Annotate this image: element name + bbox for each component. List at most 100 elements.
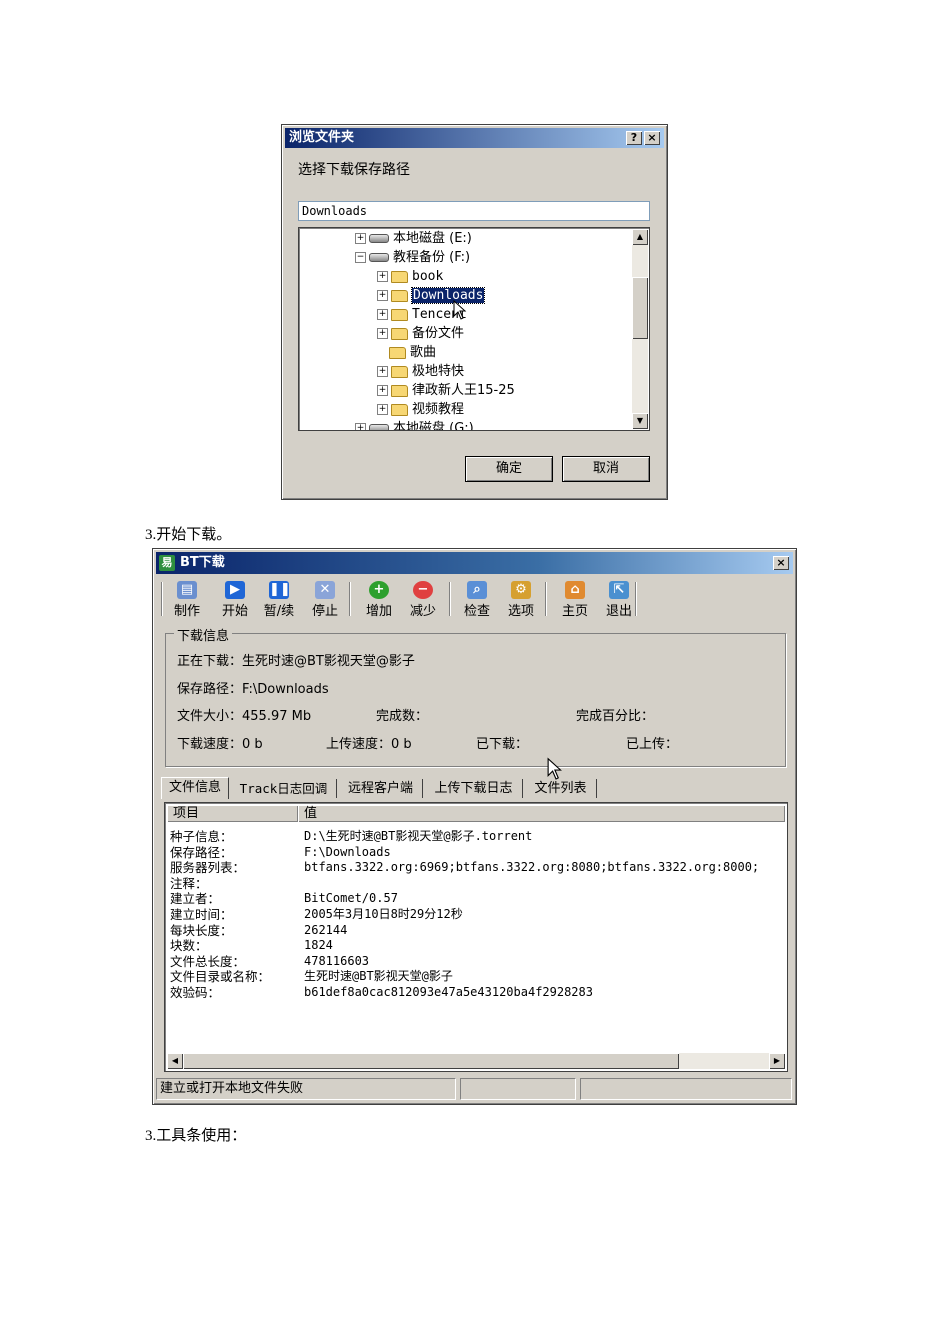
play-icon: ▶ <box>225 581 245 599</box>
tree-item[interactable]: + book <box>377 267 443 286</box>
folder-icon <box>391 270 408 283</box>
tree-item[interactable]: + 极地特快 <box>377 362 464 381</box>
toolbar-separator <box>545 582 547 616</box>
toolbar-button[interactable]: − 减少 <box>401 579 445 619</box>
column-value-header[interactable]: 值 <box>298 805 785 822</box>
downloading-label: 正在下载：生死时速@BT影视天堂@影子 <box>177 654 415 669</box>
file-info-list[interactable]: 项目 值 种子信息： D:\生死时速@BT影视天堂@影子.torrent 保存路径：… <box>164 802 788 1072</box>
list-horizontal-scrollbar[interactable]: ◀ ▶ <box>167 1053 785 1069</box>
toolbar-separator <box>635 582 637 616</box>
list-row-value: F:\Downloads <box>304 844 391 859</box>
pause-icon: ❚❚ <box>269 581 291 599</box>
tree-item-label: 本地磁盘 (E:) <box>393 231 472 246</box>
browse-prompt: 选择下载保存路径 <box>298 162 410 178</box>
folder-icon <box>391 308 408 321</box>
uploaded-label: 已上传： <box>626 737 679 752</box>
drive-icon <box>369 234 389 243</box>
tree-item[interactable]: + 本地磁盘 (G:) <box>355 419 474 430</box>
close-button[interactable]: × <box>644 131 660 145</box>
drive-icon <box>369 424 389 430</box>
list-row-key: 每块长度： <box>170 922 233 938</box>
toolbar-button-label: 主页 <box>561 604 588 619</box>
toolbar-button[interactable]: ⌂ 主页 <box>553 579 597 619</box>
list-row-key: 效验码： <box>170 985 221 1000</box>
folder-icon <box>391 403 408 416</box>
list-row-value: 2005年3月10日8时29分12秒 <box>304 907 463 921</box>
expand-toggle-icon[interactable]: − <box>355 252 366 263</box>
browse-dialog-titlebar: 浏览文件夹 ? × <box>285 128 664 148</box>
exit-icon: ⇱ <box>609 581 629 599</box>
tree-item[interactable]: + 本地磁盘 (E:) <box>355 229 472 248</box>
toolbar-button[interactable]: ⌕ 检查 <box>455 579 499 619</box>
bt-titlebar: 易 BT下载 × <box>156 552 793 574</box>
list-row-value: D:\生死时速@BT影视天堂@影子.torrent <box>304 829 533 843</box>
tab-transfer-log[interactable]: 上传下载日志 <box>425 779 523 798</box>
tree-item[interactable]: − 教程备份 (F:) <box>355 248 470 267</box>
expand-toggle-icon[interactable]: + <box>377 309 388 320</box>
completed-percent-label: 完成百分比： <box>576 709 655 724</box>
toolbar-button[interactable]: ▶ 开始 <box>213 579 257 619</box>
expand-toggle-icon[interactable]: + <box>377 290 388 301</box>
list-row-value: btfans.3322.org:6969;btfans.3322.org:808… <box>304 860 760 875</box>
tree-item-label: 视频教程 <box>412 402 465 417</box>
ok-button[interactable]: 确定 <box>465 456 553 482</box>
toolbar-button[interactable]: + 增加 <box>357 579 401 619</box>
scroll-left-icon[interactable]: ◀ <box>167 1053 183 1069</box>
list-row-key: 注释： <box>170 875 208 891</box>
column-item-header[interactable]: 项目 <box>167 805 298 822</box>
list-row-value: 生死时速@BT影视天堂@影子 <box>304 969 453 984</box>
expand-toggle-icon[interactable]: + <box>377 328 388 339</box>
tree-item-label: book <box>412 269 444 284</box>
list-row-key: 建立者： <box>170 891 221 907</box>
expand-toggle-icon[interactable]: + <box>377 385 388 396</box>
expand-toggle-icon[interactable]: + <box>355 233 366 244</box>
status-pane-3 <box>580 1078 792 1100</box>
list-row-key: 服务器列表： <box>170 860 246 876</box>
path-input[interactable]: Downloads <box>298 201 650 221</box>
tree-scrollbar[interactable]: ▲ ▼ <box>632 229 648 429</box>
list-row-value: 262144 <box>304 922 348 937</box>
tab-track-log[interactable]: Track日志回调 <box>231 779 337 798</box>
tree-item-label: 教程备份 (F:) <box>393 250 471 265</box>
toolbar-button-label: 暂/续 <box>263 604 295 619</box>
toolbar-button-label: 退出 <box>605 604 632 619</box>
download-info-title: 下载信息 <box>174 625 233 644</box>
app-logo-icon: 易 <box>159 555 175 571</box>
bt-close-button[interactable]: × <box>773 556 789 570</box>
scroll-down-icon[interactable]: ▼ <box>632 413 648 429</box>
list-row-key: 种子信息： <box>170 829 233 844</box>
tree-item[interactable]: 歌曲 <box>377 343 436 362</box>
tab-file-info[interactable]: 文件信息 <box>161 777 229 799</box>
scroll-thumb[interactable] <box>632 277 648 339</box>
tree-item[interactable]: + 视频教程 <box>377 400 464 419</box>
toolbar-button[interactable]: ⚙ 选项 <box>499 579 543 619</box>
plus-icon: + <box>369 581 389 599</box>
toolbar-button[interactable]: ✕ 停止 <box>303 579 347 619</box>
expand-toggle-icon[interactable]: + <box>355 423 366 430</box>
folder-icon <box>389 346 406 359</box>
horizontal-scroll-thumb[interactable] <box>183 1053 679 1069</box>
folder-tree[interactable]: + 本地磁盘 (E:) − 教程备份 (F:) + book + Downloads + Tenc… <box>298 227 650 431</box>
toolbar-button[interactable]: ▤ 制作 <box>165 579 209 619</box>
expand-toggle-icon[interactable]: + <box>377 271 388 282</box>
tree-item[interactable]: + 律政新人王15-25 <box>377 381 515 400</box>
expand-toggle-icon[interactable]: + <box>377 404 388 415</box>
list-row-value: BitComet/0.57 <box>304 891 398 906</box>
stop-icon: ✕ <box>315 581 335 599</box>
cancel-button[interactable]: 取消 <box>562 456 650 482</box>
tab-file-list[interactable]: 文件列表 <box>525 779 597 798</box>
tree-item-label: 歌曲 <box>410 345 437 360</box>
expand-toggle-icon[interactable]: + <box>377 366 388 377</box>
help-button[interactable]: ? <box>626 131 642 145</box>
toolbar-separator <box>449 582 451 616</box>
upload-speed-label: 上传速度：0 b <box>326 737 412 752</box>
bt-window-title: BT下载 <box>180 555 225 570</box>
scroll-up-icon[interactable]: ▲ <box>632 229 648 245</box>
folder-icon <box>391 384 408 397</box>
tree-item-label: 备份文件 <box>412 326 465 341</box>
tab-remote-clients[interactable]: 远程客户端 <box>339 779 423 798</box>
tree-item[interactable]: + 备份文件 <box>377 324 464 343</box>
toolbar-button[interactable]: ❚❚ 暂/续 <box>257 579 301 619</box>
options-icon: ⚙ <box>511 581 531 599</box>
scroll-right-icon[interactable]: ▶ <box>769 1053 785 1069</box>
